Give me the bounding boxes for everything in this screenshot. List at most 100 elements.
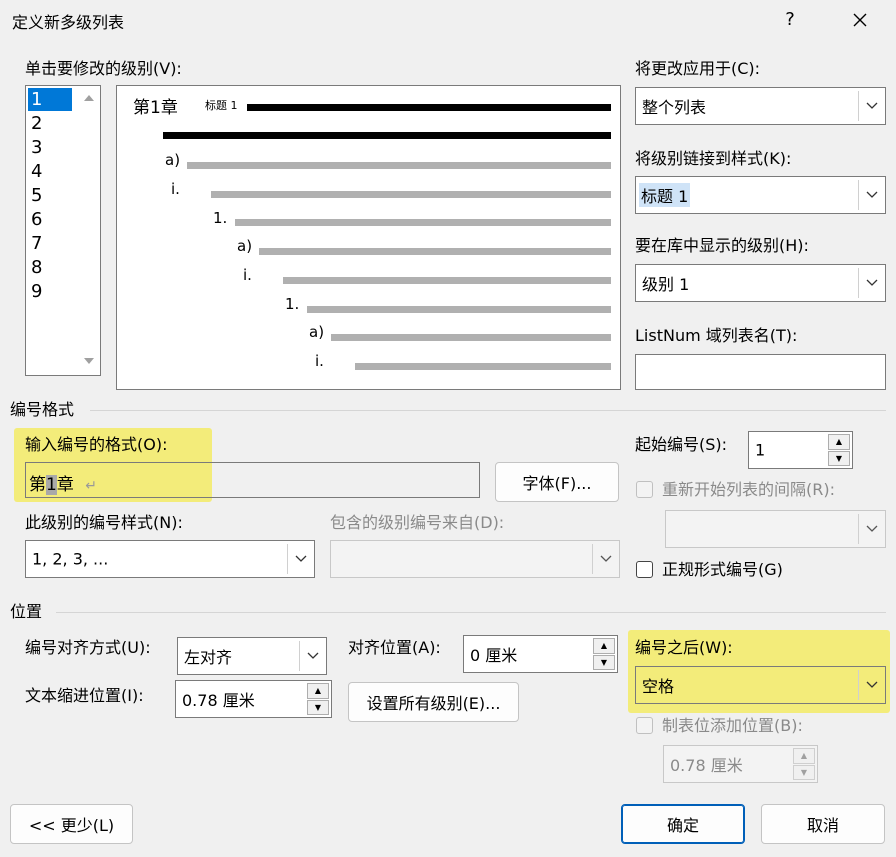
format-input-value[interactable]: 第1章 ↵ (29, 470, 97, 495)
chevron-down-icon[interactable] (858, 180, 885, 210)
preview-line (163, 132, 611, 139)
text-indent-label: 文本缩进位置(I): (25, 686, 144, 705)
text-indent-spinner[interactable]: 0.78 厘米 ▲ ▼ (175, 680, 332, 718)
level-item-5[interactable]: 5 (28, 184, 72, 207)
spin-up-icon[interactable]: ▲ (828, 434, 850, 450)
level-item-8[interactable]: 8 (28, 256, 72, 279)
preview-level4-number: 1. (213, 209, 228, 227)
chevron-down-icon[interactable] (858, 670, 885, 700)
legal-style-checkbox[interactable] (636, 561, 653, 578)
follow-number-label: 编号之后(W): (635, 638, 733, 657)
chevron-down-icon[interactable] (592, 544, 619, 574)
help-button[interactable]: ? (770, 6, 810, 34)
chevron-down-icon[interactable] (858, 91, 885, 121)
link-style-value[interactable]: 标题 1 (639, 183, 691, 207)
scroll-down-icon[interactable] (83, 357, 95, 365)
preview-line (259, 248, 611, 255)
dialog-title: 定义新多级列表 (12, 13, 125, 32)
section-divider (90, 410, 886, 411)
chevron-down-icon[interactable] (858, 268, 885, 298)
start-at-spinner[interactable]: 1 ▲ ▼ (748, 431, 853, 469)
title-bar: 定义新多级列表 ? (0, 0, 896, 40)
alignment-value: 左对齐 (184, 648, 233, 667)
link-style-label: 将级别链接到样式(K): (635, 149, 792, 168)
preview-level8-number: a) (309, 323, 325, 341)
include-level-label: 包含的级别编号来自(D): (330, 513, 505, 532)
preview-level2-number: a) (165, 151, 181, 169)
format-label: 输入编号的格式(O): (25, 435, 168, 454)
format-input[interactable]: 第1章 ↵ (25, 462, 480, 498)
preview-style-label: 标题 1 (205, 99, 238, 112)
aligned-at-value[interactable]: 0 厘米 (470, 642, 517, 666)
link-style-select[interactable]: 标题 1 (635, 176, 886, 214)
format-number-field[interactable]: 1 (46, 475, 57, 495)
position-section-title: 位置 (10, 602, 43, 621)
restart-list-checkbox[interactable] (636, 481, 653, 498)
scroll-up-icon[interactable] (83, 94, 95, 102)
font-button[interactable]: 字体(F)... (495, 462, 619, 502)
spin-up-icon[interactable]: ▲ (793, 748, 815, 764)
include-level-select[interactable] (330, 540, 620, 578)
level-item-4[interactable]: 4 (28, 160, 72, 183)
tab-stop-spinner[interactable]: 0.78 厘米 ▲ ▼ (663, 745, 818, 783)
set-all-levels-button[interactable]: 设置所有级别(E)... (348, 682, 519, 722)
number-style-value: 1, 2, 3, ... (32, 549, 109, 569)
preview-line (331, 334, 611, 341)
spin-down-icon[interactable]: ▼ (307, 699, 329, 715)
add-tab-stop-checkbox[interactable] (636, 717, 653, 734)
preview-level6-number: i. (243, 266, 252, 284)
alignment-select[interactable]: 左对齐 (177, 637, 327, 675)
number-style-select[interactable]: 1, 2, 3, ... (25, 540, 315, 578)
preview-line (307, 306, 611, 313)
restart-list-select[interactable] (665, 510, 886, 548)
level-item-2[interactable]: 2 (28, 112, 72, 135)
tab-stop-value[interactable]: 0.78 厘米 (670, 752, 743, 776)
preview-line (283, 277, 611, 284)
chevron-down-icon[interactable] (858, 514, 885, 544)
listnum-input[interactable] (635, 354, 886, 390)
listnum-label: ListNum 域列表名(T): (635, 326, 798, 345)
legal-style-label: 正规形式编号(G) (662, 560, 783, 579)
spin-down-icon[interactable]: ▼ (593, 654, 615, 670)
spin-up-icon[interactable]: ▲ (307, 683, 329, 699)
follow-number-select[interactable]: 空格 (635, 666, 886, 704)
spin-down-icon[interactable]: ▼ (828, 450, 850, 466)
level-item-3[interactable]: 3 (28, 136, 72, 159)
spin-up-icon[interactable]: ▲ (593, 638, 615, 654)
chevron-down-icon[interactable] (287, 544, 314, 574)
level-list-label: 单击要修改的级别(V): (25, 59, 182, 78)
preview-line (187, 162, 611, 169)
level-item-6[interactable]: 6 (28, 208, 72, 231)
follow-number-value: 空格 (642, 677, 675, 696)
level-list-scrollbar[interactable] (78, 86, 100, 375)
gallery-level-select[interactable]: 级别 1 (635, 264, 886, 302)
start-at-value[interactable]: 1 (755, 441, 765, 460)
preview-line (355, 363, 611, 370)
apply-to-value: 整个列表 (642, 98, 707, 117)
preview-level9-number: i. (315, 352, 324, 370)
level-item-7[interactable]: 7 (28, 232, 72, 255)
aligned-at-label: 对齐位置(A): (348, 638, 441, 657)
close-icon (853, 13, 867, 27)
text-indent-value[interactable]: 0.78 厘米 (182, 687, 255, 711)
section-divider (56, 612, 886, 613)
chevron-down-icon[interactable] (299, 641, 326, 671)
number-style-label: 此级别的编号样式(N): (25, 513, 183, 532)
less-button[interactable]: << 更少(L) (10, 804, 133, 844)
preview-level7-number: 1. (285, 295, 300, 313)
cancel-button[interactable]: 取消 (761, 804, 885, 844)
add-tab-stop-label: 制表位添加位置(B): (662, 716, 803, 735)
ok-button[interactable]: 确定 (621, 804, 745, 844)
preview-level5-number: a) (237, 237, 253, 255)
aligned-at-spinner[interactable]: 0 厘米 ▲ ▼ (463, 635, 618, 673)
preview-level1-number: 第1章 (133, 98, 178, 118)
preview-line (235, 219, 611, 226)
level-list[interactable]: 1 2 3 4 5 6 7 8 9 (25, 85, 101, 376)
spin-down-icon[interactable]: ▼ (793, 764, 815, 780)
preview-line (247, 104, 611, 111)
restart-list-label: 重新开始列表的间隔(R): (662, 480, 835, 499)
level-item-9[interactable]: 9 (28, 280, 72, 303)
close-button[interactable] (840, 6, 880, 34)
level-item-1[interactable]: 1 (28, 88, 72, 111)
apply-to-select[interactable]: 整个列表 (635, 87, 886, 125)
